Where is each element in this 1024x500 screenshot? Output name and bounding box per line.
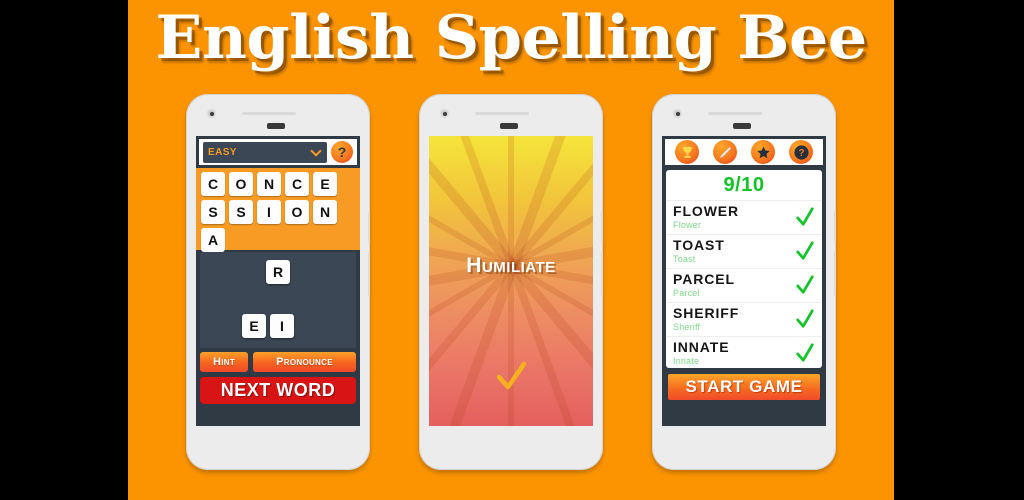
check-mark-icon — [796, 207, 814, 226]
earpiece-speaker-icon — [475, 112, 529, 115]
pencil-button[interactable] — [713, 140, 737, 164]
letter-tile-row: S S I O N — [201, 200, 355, 224]
letter-tile[interactable]: O — [229, 172, 253, 196]
power-button — [834, 252, 836, 296]
app-store-banner: English Spelling Bee EASY ? C O N C E S … — [128, 0, 894, 500]
front-camera-icon — [208, 110, 215, 117]
difficulty-value: EASY — [208, 146, 237, 158]
score-value: 9/10 — [723, 174, 765, 196]
result-row[interactable]: PARCEL Parcel — [666, 268, 822, 302]
phone3-screen: ? 9/10 FLOWER Flower TOAST Toast PARCEL … — [662, 136, 826, 426]
front-camera-icon — [441, 110, 448, 117]
front-camera-icon — [674, 110, 681, 117]
screenshot-stage: English Spelling Bee EASY ? C O N C E S … — [0, 0, 1024, 500]
letter-tile[interactable]: N — [313, 200, 337, 224]
results-toolbar: ? — [662, 136, 826, 168]
volume-button — [368, 212, 370, 242]
check-mark-icon — [496, 361, 527, 390]
earpiece-speaker-icon — [242, 112, 296, 115]
sensor-nub-icon — [267, 123, 285, 129]
check-mark-icon — [796, 241, 814, 260]
page-title: English Spelling Bee — [155, 3, 867, 73]
power-button — [368, 252, 370, 296]
check-mark-icon — [796, 309, 814, 328]
letter-tile[interactable]: I — [257, 200, 281, 224]
letter-tile[interactable]: O — [285, 200, 309, 224]
letter-tile[interactable]: S — [229, 200, 253, 224]
letter-tile[interactable]: A — [201, 228, 225, 252]
next-word-button[interactable]: NEXT WORD — [200, 377, 356, 404]
help-button[interactable]: ? — [789, 140, 813, 164]
letter-tile[interactable]: E — [313, 172, 337, 196]
start-game-button[interactable]: START GAME — [666, 372, 822, 402]
difficulty-select[interactable]: EASY — [203, 141, 327, 163]
volume-button — [601, 212, 603, 242]
letter-tile-row: C O N C E — [201, 172, 355, 196]
star-button[interactable] — [751, 140, 775, 164]
result-row[interactable]: SHERIFF Sheriff — [666, 302, 822, 336]
phone-mockup-results: ? 9/10 FLOWER Flower TOAST Toast PARCEL … — [652, 94, 836, 470]
game-action-row: Hint Pronounce — [200, 352, 356, 372]
hint-button[interactable]: Hint — [200, 352, 248, 372]
check-mark-icon — [796, 275, 814, 294]
letter-tile-row: A — [201, 228, 355, 252]
chevron-down-icon — [310, 145, 322, 157]
answer-tile[interactable]: I — [270, 314, 294, 338]
result-row[interactable]: TOAST Toast — [666, 234, 822, 268]
letter-tile[interactable]: C — [201, 172, 225, 196]
trophy-button[interactable] — [675, 140, 699, 164]
earpiece-speaker-icon — [708, 112, 762, 115]
result-row[interactable]: FLOWER Flower — [666, 200, 822, 234]
trophy-icon — [682, 146, 692, 158]
pencil-icon — [719, 146, 731, 158]
sensor-nub-icon — [500, 123, 518, 129]
answer-tile[interactable]: R — [266, 260, 290, 284]
power-button — [601, 252, 603, 296]
help-button[interactable]: ? — [331, 141, 353, 163]
sensor-nub-icon — [733, 123, 751, 129]
results-list-card: 9/10 FLOWER Flower TOAST Toast PARCEL Pa… — [666, 170, 822, 368]
revealed-word: Humiliate — [466, 254, 556, 277]
svg-text:?: ? — [798, 148, 804, 159]
star-icon — [756, 146, 770, 158]
check-mark-icon — [796, 343, 814, 362]
letter-tile[interactable]: C — [285, 172, 309, 196]
result-row[interactable]: INNATE Innate — [666, 336, 822, 368]
letter-tile[interactable]: N — [257, 172, 281, 196]
question-mark-icon: ? — [793, 144, 809, 160]
phone-mockup-word-reveal: Humiliate — [419, 94, 603, 470]
phone2-screen: Humiliate — [429, 136, 593, 426]
phone1-screen: EASY ? C O N C E S S I O N A R E I Hint … — [196, 136, 360, 426]
letter-tile[interactable]: S — [201, 200, 225, 224]
pronounce-button[interactable]: Pronounce — [253, 352, 356, 372]
game-header-bar: EASY ? — [196, 136, 360, 168]
answer-tile[interactable]: E — [242, 314, 266, 338]
letter-tiles-panel: C O N C E S S I O N A — [196, 168, 360, 252]
volume-button — [834, 212, 836, 242]
answer-drop-area[interactable]: R E I — [200, 252, 356, 348]
phone-mockup-spelling-game: EASY ? C O N C E S S I O N A R E I Hint … — [186, 94, 370, 470]
